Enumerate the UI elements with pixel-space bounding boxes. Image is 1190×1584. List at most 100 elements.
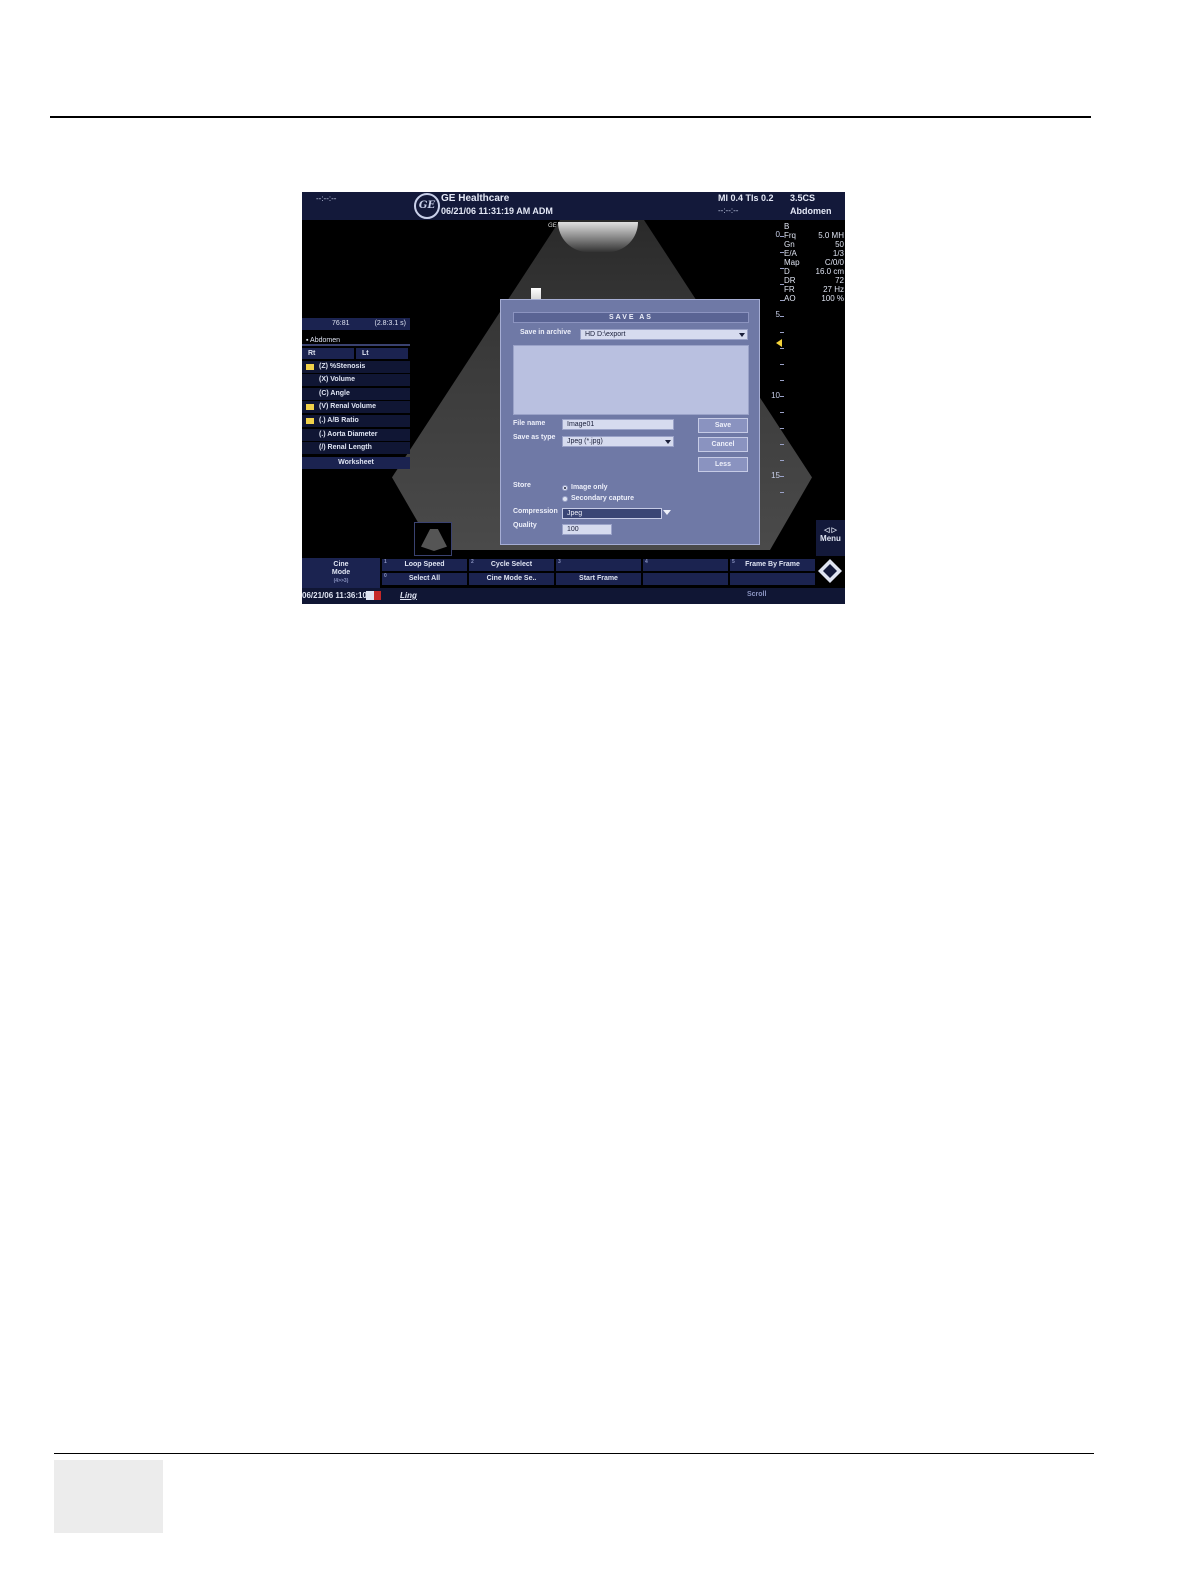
softkey-top-1[interactable]: 1 Loop Speed xyxy=(382,559,467,571)
depth-tick xyxy=(780,476,784,477)
param-key: AO xyxy=(784,294,796,303)
param-value: 27 Hz xyxy=(823,285,844,294)
softkey-label: Start Frame xyxy=(579,575,618,582)
softkey-bottom-5[interactable] xyxy=(730,573,815,585)
quality-input[interactable]: 100 xyxy=(562,524,612,535)
probe-name: 3.5CS xyxy=(790,193,816,203)
measurement-item[interactable]: (.) A/B Ratio xyxy=(302,414,410,427)
tab-lt[interactable]: Lt xyxy=(356,348,408,359)
chevron-down-icon xyxy=(739,333,745,337)
param-row: D 16.0 cm xyxy=(784,267,844,276)
param-value: 16.0 cm xyxy=(815,267,844,276)
softkey-top-5[interactable]: 5 Frame By Frame xyxy=(730,559,815,571)
dialog-title: SAVE AS xyxy=(513,312,749,323)
param-value: C/0/0 xyxy=(824,258,844,267)
softkey-top-2[interactable]: 2 Cycle Select xyxy=(469,559,554,571)
softkey-number: 5 xyxy=(732,559,735,565)
measurement-label: (Z) %Stenosis xyxy=(319,362,366,370)
softkey-top-3[interactable]: 3 xyxy=(556,559,641,571)
compression-select[interactable]: Jpeg xyxy=(562,508,662,519)
depth-tick xyxy=(780,316,784,317)
lock-icon xyxy=(366,591,374,600)
measurement-item[interactable]: (V) Renal Volume xyxy=(302,401,410,414)
depth-tick xyxy=(780,428,784,429)
softkey-bottom-1[interactable]: 0 Select All xyxy=(382,573,467,585)
focal-zone-marker-icon[interactable] xyxy=(776,339,782,347)
menu-label: Menu xyxy=(820,534,841,543)
depth-tick xyxy=(780,460,784,461)
measurement-list: (Z) %Stenosis (X) Volume (C) Angle (V) Rena… xyxy=(302,360,410,455)
compression-label: Compression xyxy=(513,508,558,515)
measurement-label: (.) A/B Ratio xyxy=(319,416,359,424)
radio-unselected-icon xyxy=(562,496,568,502)
radio-secondary-capture-label: Secondary capture xyxy=(571,495,635,502)
measurement-item[interactable]: (X) Volume xyxy=(302,374,410,387)
param-key: D xyxy=(784,267,790,276)
param-value: 1/3 xyxy=(832,249,844,258)
measurement-item[interactable]: (/) Renal Length xyxy=(302,442,410,455)
trackball-icon[interactable] xyxy=(818,559,842,583)
scroll-label[interactable]: Scroll xyxy=(747,591,766,598)
param-row: B xyxy=(784,222,844,231)
param-row: Map C/0/0 xyxy=(784,258,844,267)
less-button[interactable]: Less xyxy=(698,457,748,472)
save-in-value: HD D:\export xyxy=(585,331,626,338)
save-button[interactable]: Save xyxy=(698,418,748,433)
exam-category: ▪ Abdomen xyxy=(302,336,410,346)
exam-category-label: Abdomen xyxy=(310,337,341,344)
status-datetime: 06/21/06 11:36:10 xyxy=(302,591,367,600)
softkey-number: 4 xyxy=(645,559,648,565)
save-as-dialog: SAVE AS Save in archive HD D:\export Fil… xyxy=(500,299,760,545)
param-key: Frq xyxy=(784,231,796,240)
cine-frames: 76:81 xyxy=(332,320,350,327)
softkey-bottom-4[interactable] xyxy=(643,573,728,585)
cine-mode-sub: (4>>3) xyxy=(333,578,349,584)
save-type-label: Save as type xyxy=(513,434,556,441)
save-type-select[interactable]: Jpeg (*.jpg) xyxy=(562,436,674,447)
file-name-label: File name xyxy=(513,420,546,427)
warning-icon xyxy=(374,591,381,600)
softkey-label: Select All xyxy=(408,575,441,582)
cancel-button[interactable]: Cancel xyxy=(698,437,748,452)
radio-secondary-capture[interactable]: Secondary capture xyxy=(562,495,634,502)
radio-image-only[interactable]: Image only xyxy=(562,484,608,491)
tab-rt[interactable]: Rt xyxy=(302,348,354,359)
cine-thumbnail[interactable] xyxy=(414,522,452,556)
exam-datetime: 06/21/06 11:31:19 AM ADM xyxy=(441,206,553,216)
chevron-down-icon xyxy=(665,440,671,444)
depth-mark: 0 xyxy=(775,230,780,239)
param-value: 72 xyxy=(835,276,844,285)
softkey-number: 3 xyxy=(558,559,561,565)
worksheet-button[interactable]: Worksheet xyxy=(302,457,410,470)
param-key: DR xyxy=(784,276,796,285)
trackball-center xyxy=(823,564,837,578)
cine-mode-key[interactable]: Cine Mode (4>>3) xyxy=(302,558,380,590)
measurement-label: (V) Renal Volume xyxy=(319,403,377,411)
measurement-item[interactable]: (.) Aorta Diameter xyxy=(302,428,410,441)
measurement-item[interactable]: (C) Angle xyxy=(302,387,410,400)
softkey-bottom-3[interactable]: Start Frame xyxy=(556,573,641,585)
depth-tick xyxy=(780,332,784,333)
softkey-label: Loop Speed xyxy=(404,561,445,568)
menu-button[interactable]: ◁ ▷ Menu xyxy=(816,520,845,556)
elapsed-readout: --:--:-- xyxy=(718,206,739,215)
chevron-down-icon[interactable] xyxy=(663,510,671,515)
softkey-top-4[interactable]: 4 xyxy=(643,559,728,571)
depth-tick xyxy=(780,396,784,397)
ge-logo-icon: GE xyxy=(414,193,440,219)
softkey-bottom-2[interactable]: Cine Mode Se.. xyxy=(469,573,554,585)
cine-mode-line2: Mode xyxy=(331,569,351,576)
file-name-input[interactable]: Image01 xyxy=(562,419,674,430)
measurement-label: (/) Renal Length xyxy=(319,444,372,452)
thumbnail-image xyxy=(421,529,447,551)
save-in-select[interactable]: HD D:\export xyxy=(580,329,748,340)
archive-file-list[interactable] xyxy=(513,345,749,415)
folder-icon xyxy=(306,363,314,370)
radio-image-only-label: Image only xyxy=(571,484,608,491)
depth-tick xyxy=(780,364,784,365)
measurement-item[interactable]: (Z) %Stenosis xyxy=(302,360,410,373)
depth-mark: 15 xyxy=(771,471,780,480)
imaging-parameters: B Frq 5.0 MH Gn 50 E/A 1/3 Map C/0/0 D 16.0 cm DR 72… xyxy=(784,222,844,303)
param-row: FR 27 Hz xyxy=(784,285,844,294)
depth-ruler: 0 5 10 15 xyxy=(764,224,786,504)
